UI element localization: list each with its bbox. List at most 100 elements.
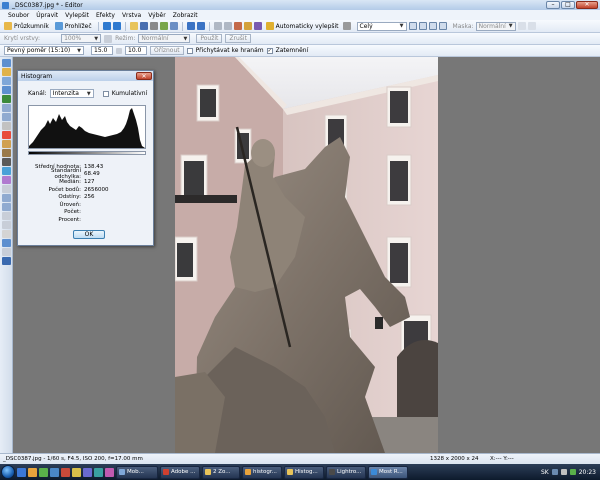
photo[interactable] (175, 57, 438, 453)
fill-tool-icon[interactable] (1, 176, 11, 184)
mask-combo[interactable]: Normální ▼ (475, 21, 516, 31)
menu-edit[interactable]: Úpravit (36, 12, 58, 19)
menu-layer[interactable]: Vrstva (122, 12, 141, 19)
picker-tool-icon[interactable] (1, 221, 11, 229)
start-button[interactable] (1, 465, 15, 479)
task-button[interactable]: 2 Zo... (202, 465, 240, 479)
email-icon[interactable] (159, 22, 168, 30)
opacity-input[interactable]: 100% ▼ (61, 34, 102, 43)
wand-tool-icon[interactable] (1, 122, 11, 130)
ok-button[interactable]: OK (73, 230, 105, 239)
straighten-tool-icon[interactable] (1, 95, 11, 103)
channel-combo[interactable]: Intenzita ▼ (49, 89, 94, 98)
lasso-tool-icon[interactable] (1, 113, 11, 121)
zoom-in-icon[interactable] (428, 22, 437, 30)
hand-tool-icon[interactable] (1, 68, 11, 76)
fit-icon[interactable] (408, 22, 417, 30)
volume-icon[interactable] (560, 469, 567, 475)
select-tool-icon[interactable] (1, 104, 11, 112)
cancel-button[interactable]: Zrušit (225, 34, 251, 43)
task-button[interactable]: histogr... (242, 465, 282, 479)
undo-icon[interactable] (186, 22, 195, 30)
line-tool-icon[interactable] (1, 212, 11, 220)
forward-icon[interactable] (112, 22, 121, 30)
auto-enhance-button[interactable]: Automaticky vylepšit (264, 21, 341, 31)
menu-file[interactable]: Soubor (8, 12, 29, 19)
redo-icon[interactable] (196, 22, 205, 30)
copy-icon[interactable] (169, 22, 178, 30)
app-icon[interactable] (105, 467, 114, 477)
blur-tool-icon[interactable] (1, 167, 11, 175)
ratio-height-value: 10.0 (128, 47, 142, 54)
tools-icon[interactable] (342, 22, 351, 30)
ie-icon[interactable] (17, 467, 26, 477)
apply-button[interactable]: Použít (196, 34, 223, 43)
menu-view[interactable]: Zobrazit (173, 12, 198, 19)
channel-value: Intenzita (52, 90, 79, 97)
layer-tool-icon[interactable] (1, 239, 11, 247)
firefox-icon[interactable] (28, 467, 37, 477)
open-icon[interactable] (129, 22, 138, 30)
info-tool-icon[interactable] (1, 257, 11, 265)
swap-icon[interactable] (116, 47, 122, 54)
crop-button[interactable]: Oříznout (150, 46, 184, 55)
network-icon[interactable] (551, 469, 558, 475)
eraser-tool-icon[interactable] (1, 185, 11, 193)
menu-effects[interactable]: Efekty (96, 12, 115, 19)
app-icon[interactable] (83, 467, 92, 477)
task-button[interactable]: Histog... (284, 465, 324, 479)
desktop-icon[interactable] (39, 467, 48, 477)
zoom-combo[interactable]: Celý ▼ (356, 21, 407, 31)
folder-icon[interactable] (72, 467, 81, 477)
clock[interactable]: 20:23 (579, 469, 596, 476)
zoom-out-icon[interactable] (438, 22, 447, 30)
close-icon[interactable]: ✕ (136, 72, 152, 80)
media-icon[interactable] (61, 467, 70, 477)
ratio-height-input[interactable]: 10.0 (125, 46, 147, 55)
save-icon[interactable] (139, 22, 148, 30)
darken-checkbox[interactable]: ✓ (266, 47, 273, 54)
flip-icon[interactable] (223, 22, 232, 30)
minimize-button[interactable]: – (546, 1, 560, 9)
foreground-color-icon[interactable] (1, 230, 11, 238)
shape-tool-icon[interactable] (1, 194, 11, 202)
task-button[interactable]: Mob... (116, 465, 158, 479)
maximize-button[interactable]: □ (561, 1, 575, 9)
rotate-icon[interactable] (213, 22, 222, 30)
zoom-tool-icon[interactable] (1, 77, 11, 85)
pointer-tool-icon[interactable] (1, 59, 11, 67)
app-icon[interactable] (94, 467, 103, 477)
menu-select[interactable]: Výběr (148, 12, 165, 19)
explorer-button[interactable]: Průzkumník (2, 21, 51, 31)
brush-tool-icon[interactable] (1, 140, 11, 148)
task-button[interactable]: Lightro... (326, 465, 366, 479)
print-icon[interactable] (149, 22, 158, 30)
crop-tool-icon[interactable] (233, 22, 242, 30)
mask-tool-icon[interactable] (1, 248, 11, 256)
back-icon[interactable] (102, 22, 111, 30)
redeye-tool-icon[interactable] (1, 131, 11, 139)
ratio-width-input[interactable]: 15.0 (91, 46, 113, 55)
close-button[interactable]: ✕ (576, 1, 598, 9)
color-icon[interactable] (253, 22, 262, 30)
snap-checkbox[interactable] (186, 47, 193, 54)
histogram-curve (29, 108, 145, 148)
ratio-combo[interactable]: Pevný poměr (15:10) ▼ (4, 46, 84, 55)
panel-icon[interactable] (517, 22, 526, 30)
tray-app-icon[interactable] (569, 469, 576, 475)
explorer-icon[interactable] (50, 467, 59, 477)
language-indicator[interactable]: SK (541, 469, 549, 476)
task-button[interactable]: Most R... (368, 465, 408, 479)
text-tool-icon[interactable] (1, 203, 11, 211)
brightness-icon[interactable] (243, 22, 252, 30)
crop-tool-icon[interactable] (1, 86, 11, 94)
dodge-tool-icon[interactable] (1, 158, 11, 166)
mode-combo[interactable]: Normální ▼ (138, 34, 191, 43)
task-button[interactable]: Adobe ... (160, 465, 200, 479)
cumulative-checkbox[interactable] (102, 90, 109, 97)
panel-icon[interactable] (527, 22, 536, 30)
menu-enhance[interactable]: Vylepšit (65, 12, 89, 19)
actual-size-icon[interactable] (418, 22, 427, 30)
clone-tool-icon[interactable] (1, 149, 11, 157)
viewer-button[interactable]: Prohlížeč (53, 21, 94, 31)
